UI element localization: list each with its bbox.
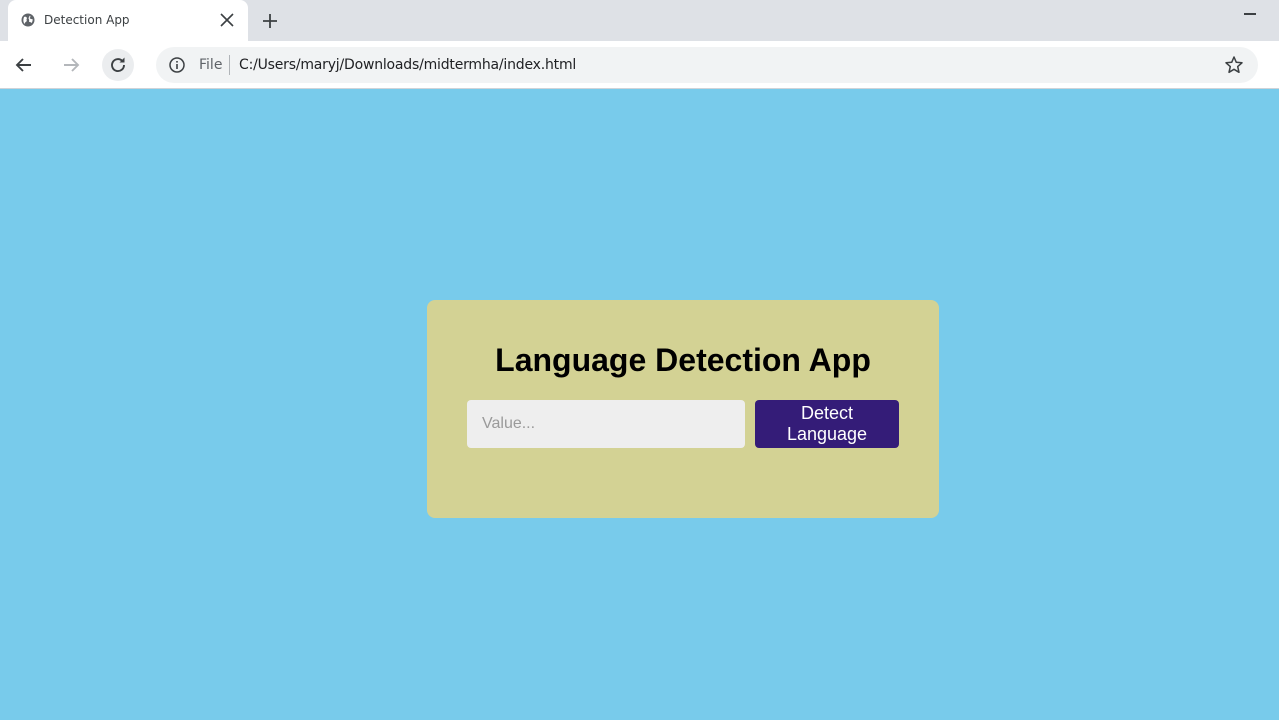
arrow-right-icon [64,58,80,72]
address-divider [229,55,230,75]
detect-language-button[interactable]: Detect Language [755,400,899,448]
detection-card: Language Detection App Detect Language [427,300,939,518]
url-text[interactable]: C:/Users/maryj/Downloads/midtermha/index… [239,57,576,73]
browser-tab[interactable]: Detection App [8,0,248,41]
arrow-left-icon [15,58,31,72]
close-icon[interactable] [219,12,235,28]
plus-icon[interactable] [260,11,280,31]
reload-button[interactable] [102,49,134,81]
star-icon[interactable] [1224,55,1244,75]
info-icon[interactable] [169,57,185,73]
forward-button[interactable] [55,49,87,81]
page-title: Language Detection App [495,342,871,378]
url-scheme-label: File [199,57,223,73]
browser-tab-strip: Detection App [0,0,1279,41]
reload-icon [111,57,125,73]
back-button[interactable] [8,49,40,81]
minimize-icon[interactable] [1244,13,1256,15]
value-input[interactable] [467,400,745,448]
tab-title: Detection App [44,13,130,27]
address-bar[interactable]: File C:/Users/maryj/Downloads/midtermha/… [156,47,1258,83]
globe-icon [21,13,35,27]
browser-toolbar: File C:/Users/maryj/Downloads/midtermha/… [0,41,1279,89]
